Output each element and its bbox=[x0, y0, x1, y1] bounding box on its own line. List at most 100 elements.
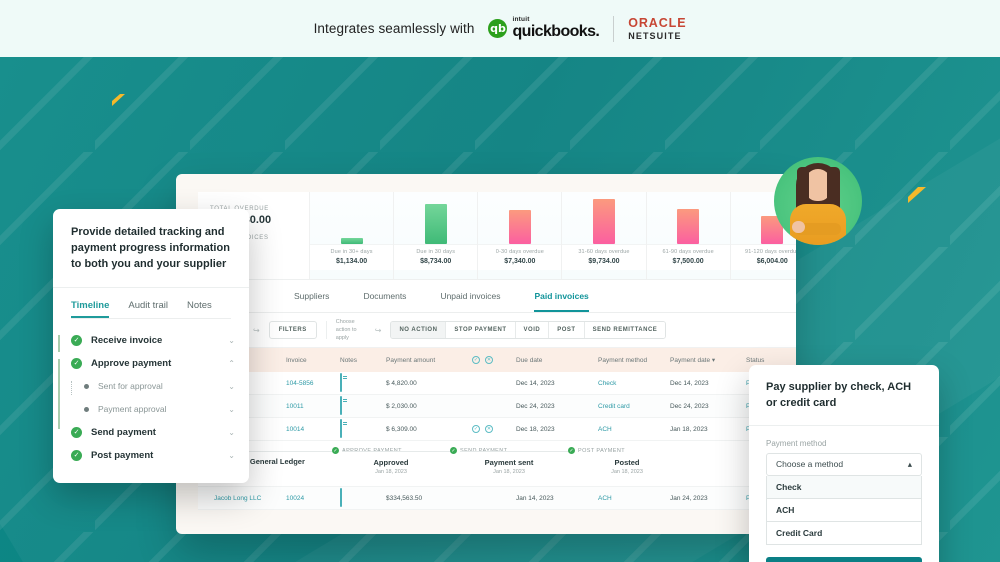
step-title: Approved bbox=[332, 458, 450, 467]
cell-invoice[interactable]: 104-5856 bbox=[286, 380, 340, 387]
accent-arrow-icon bbox=[905, 186, 927, 204]
bucket-amount: $7,340.00 bbox=[480, 258, 559, 265]
timeline-item[interactable]: Payment approval⌄ bbox=[71, 398, 235, 421]
curved-arrow-icon: ↪ bbox=[253, 326, 260, 335]
cell-payment-amount: $334,563.50 bbox=[386, 495, 472, 502]
aging-bucket: Due in 30+ days$1,134.00 bbox=[310, 192, 394, 279]
tracking-card-header: Provide detailed tracking and payment pr… bbox=[53, 209, 249, 288]
timeline-item[interactable]: ✓Send payment⌄ bbox=[71, 421, 235, 444]
column-header-payment-amount[interactable]: Payment amount bbox=[386, 357, 472, 364]
option-ach[interactable]: ACH bbox=[766, 499, 922, 522]
save-button[interactable]: Save bbox=[766, 557, 922, 562]
action-stop-payment-button[interactable]: STOP PAYMENT bbox=[446, 322, 515, 338]
timeline-item[interactable]: Sent for approval ⌄ bbox=[71, 375, 235, 398]
action-send-remittance-button[interactable]: SEND REMITTANCE bbox=[585, 322, 666, 338]
oracle-netsuite-logo: ORACLE NETSUITE bbox=[628, 16, 686, 41]
dashboard-tabs[interactable]: Suppliers Documents Unpaid invoices Paid in… bbox=[198, 280, 796, 313]
tracking-card-title: Provide detailed tracking and payment pr… bbox=[71, 225, 231, 273]
chevron-down-icon[interactable]: ⌄ bbox=[228, 451, 235, 460]
cell-invoice[interactable]: 10011 bbox=[286, 403, 340, 410]
dashboard-window: TOTAL OVERDUE $680,030.00 TOTAL INVOICES… bbox=[176, 174, 796, 534]
note-icon[interactable] bbox=[340, 488, 342, 507]
note-icon[interactable] bbox=[340, 396, 342, 415]
bar bbox=[677, 209, 699, 244]
cell-supplier: Jacob Long LLC bbox=[214, 495, 286, 502]
option-credit-card[interactable]: Credit Card bbox=[766, 522, 922, 545]
column-header-payment-date[interactable]: Payment date ▾ bbox=[670, 356, 746, 364]
timeline-subdot-icon bbox=[84, 407, 89, 412]
cell-payment-amount: $ 2,030.00 bbox=[386, 403, 472, 410]
tracking-card-tabs[interactable]: Timeline Audit trail Notes bbox=[53, 288, 249, 318]
column-header-notes[interactable]: Notes bbox=[340, 357, 386, 364]
action-void-button[interactable]: VOID bbox=[516, 322, 550, 338]
avatar bbox=[774, 157, 862, 245]
payment-card-title: Pay supplier by check, ACH or credit car… bbox=[766, 380, 922, 412]
table-row[interactable]: May Sto...10011$ 2,030.00Dec 24, 2023Cre… bbox=[198, 395, 796, 418]
chevron-down-icon[interactable]: ⌄ bbox=[228, 405, 235, 414]
chevron-down-icon[interactable]: ⌄ bbox=[228, 336, 235, 345]
action-button-group[interactable]: NO ACTIONSTOP PAYMENTVOIDPOSTSEND REMITT… bbox=[390, 321, 666, 339]
x-circle-icon: ✕ bbox=[485, 356, 493, 364]
cell-payment-date: Jan 18, 2023 bbox=[670, 426, 746, 433]
step-connector bbox=[460, 451, 574, 452]
check-circle-icon[interactable]: ✓ bbox=[472, 425, 480, 433]
timeline-step: ✓APPROVE PAYMENTApprovedJan 18, 2023 bbox=[332, 447, 450, 475]
table-row[interactable]: e Inc10014$ 6,309.00✓✕Dec 18, 2023ACHJan… bbox=[198, 418, 796, 441]
cell-notes[interactable] bbox=[340, 374, 386, 392]
column-header-payment-method[interactable]: Payment method bbox=[598, 357, 670, 364]
action-post-button[interactable]: POST bbox=[549, 322, 584, 338]
tab-documents[interactable]: Documents bbox=[363, 291, 406, 312]
tab-suppliers[interactable]: Suppliers bbox=[294, 291, 329, 312]
check-circle-icon: ✓ bbox=[472, 356, 480, 364]
column-header-due-date[interactable]: Due date bbox=[516, 357, 598, 364]
note-icon[interactable] bbox=[340, 373, 342, 392]
tracking-info-card: Provide detailed tracking and payment pr… bbox=[53, 209, 249, 483]
timeline-item[interactable]: ✓Receive invoice⌄ bbox=[71, 329, 235, 352]
table-row[interactable]: Jacob Long LLC10024$334,563.50Jan 14, 20… bbox=[198, 487, 796, 510]
column-header-status[interactable]: Status bbox=[746, 357, 792, 364]
tracking-tab-audit-trail[interactable]: Audit trail bbox=[128, 300, 168, 318]
chevron-up-icon[interactable]: ⌃ bbox=[228, 359, 235, 368]
cell-notes[interactable] bbox=[340, 397, 386, 415]
option-check[interactable]: Check bbox=[766, 476, 922, 499]
cell-due-date: Dec 24, 2023 bbox=[516, 403, 598, 410]
timeline-item-label: Sent for approval bbox=[98, 381, 219, 391]
payment-method-value: Choose a method bbox=[776, 459, 843, 469]
choose-action-label: Choose action to apply bbox=[336, 318, 366, 343]
table-row[interactable]: 104-5856$ 4,820.00Dec 14, 2023CheckDec 1… bbox=[198, 372, 796, 395]
timeline-item[interactable]: ✓Approve payment⌃ bbox=[71, 352, 235, 375]
cell-invoice[interactable]: 10014 bbox=[286, 426, 340, 433]
netsuite-label: NETSUITE bbox=[628, 31, 681, 41]
table-body-bottom: Jacob Long LLC10024$334,563.50Jan 14, 20… bbox=[198, 487, 796, 510]
chevron-down-icon[interactable]: ⌄ bbox=[228, 428, 235, 437]
tracking-tab-notes[interactable]: Notes bbox=[187, 300, 212, 318]
timeline-item[interactable]: ✓Post payment⌄ bbox=[71, 444, 235, 467]
tab-paid-invoices[interactable]: Paid invoices bbox=[534, 291, 588, 312]
note-icon[interactable] bbox=[340, 419, 342, 438]
sort-descending-icon[interactable]: ▾ bbox=[712, 357, 715, 364]
payment-method-select[interactable]: Choose a method ▴ bbox=[766, 453, 922, 476]
column-header-invoice[interactable]: Invoice bbox=[286, 357, 340, 364]
x-circle-icon[interactable]: ✕ bbox=[485, 425, 493, 433]
timeline-items: ✓Receive invoice⌄✓Approve payment⌃Sent f… bbox=[71, 329, 235, 467]
cell-payment-method: Check bbox=[598, 380, 670, 387]
tracking-tab-timeline[interactable]: Timeline bbox=[71, 300, 109, 318]
cell-notes[interactable] bbox=[340, 420, 386, 438]
column-header-icons: ✓ ✕ bbox=[472, 356, 516, 364]
chevron-down-icon[interactable]: ⌄ bbox=[228, 382, 235, 391]
step-complete-icon: ✓ bbox=[332, 447, 339, 454]
overdue-summary: TOTAL OVERDUE $680,030.00 TOTAL INVOICES… bbox=[198, 192, 796, 280]
timeline-step: ✓SEND PAYMENTPayment sentJan 18, 2023 bbox=[450, 447, 568, 475]
aging-bucket: Due in 30 days$8,734.00 bbox=[394, 192, 478, 279]
filters-button[interactable]: FILTERS bbox=[269, 321, 317, 339]
cell-notes[interactable] bbox=[340, 489, 386, 507]
payment-method-options[interactable]: CheckACHCredit Card bbox=[766, 476, 922, 545]
bucket-amount: $9,734.00 bbox=[564, 258, 643, 265]
timeline-check-icon: ✓ bbox=[71, 450, 82, 461]
cell-invoice[interactable]: 10024 bbox=[286, 495, 340, 502]
cell-payment-date: Dec 24, 2023 bbox=[670, 403, 746, 410]
timeline-check-icon: ✓ bbox=[71, 427, 82, 438]
tab-unpaid-invoices[interactable]: Unpaid invoices bbox=[440, 291, 500, 312]
action-no-action-button[interactable]: NO ACTION bbox=[391, 322, 446, 338]
timeline-step: ✓POST PAYMENTPostedJan 18, 2023 bbox=[568, 447, 686, 475]
